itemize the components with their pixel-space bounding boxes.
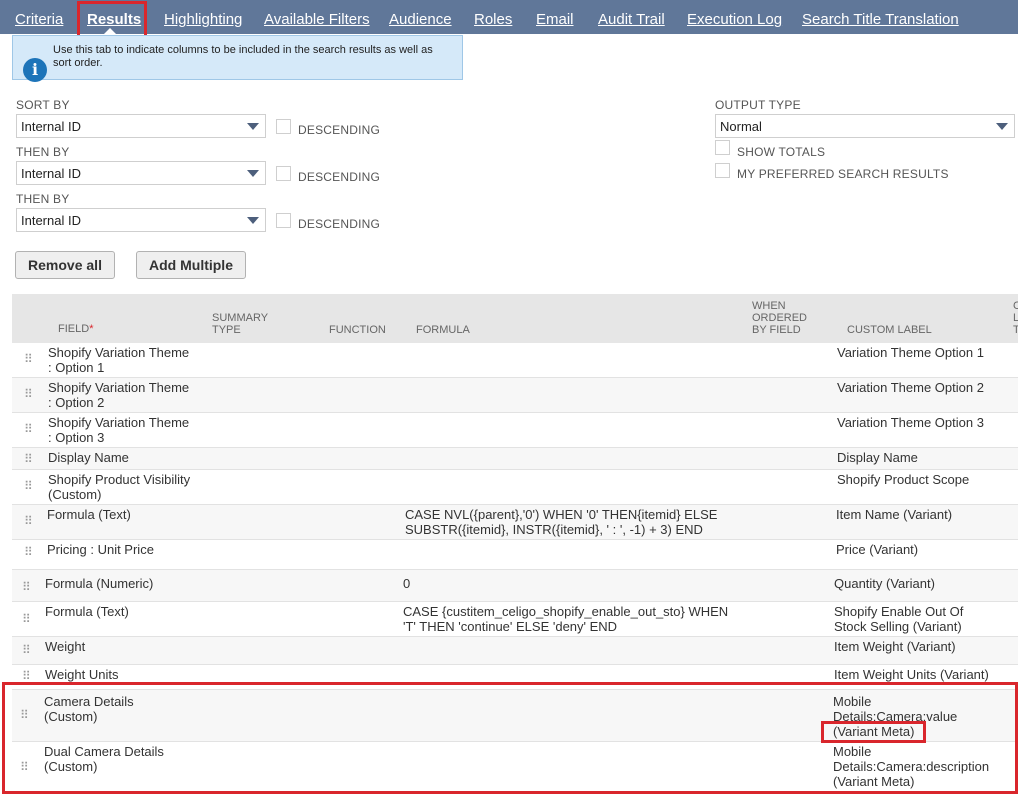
- custom-label-cell: Price (Variant): [836, 542, 919, 557]
- drag-handle-icon[interactable]: ⠿: [24, 387, 33, 401]
- field-cell: Formula (Numeric): [45, 576, 154, 591]
- table-row[interactable]: ⠿ Weight Item Weight (Variant): [12, 637, 1018, 665]
- custom-label-cell: Quantity (Variant): [834, 576, 935, 591]
- field-cell: Formula (Text): [47, 507, 131, 522]
- chevron-down-icon: [247, 123, 259, 130]
- then-by-label-1: THEN BY: [16, 145, 70, 159]
- table-row[interactable]: ⠿ Display Name Display Name: [12, 448, 1018, 470]
- table-row[interactable]: ⠿ Shopify Variation Theme: Option 1 Vari…: [12, 343, 1018, 378]
- then-by-label-2: THEN BY: [16, 192, 70, 206]
- drag-handle-icon[interactable]: ⠿: [24, 422, 33, 436]
- function-header: FUNCTION: [329, 324, 386, 336]
- field-cell: Weight: [45, 639, 86, 654]
- field-header: FIELD*: [58, 323, 94, 335]
- custom-label-header: CUSTOM LABEL: [847, 324, 932, 336]
- variant-meta-highlight-box: [821, 721, 926, 743]
- when-ordered-header: WHEN ORDERED BY FIELD: [752, 300, 808, 336]
- info-text: Use this tab to indicate columns to be i…: [53, 44, 433, 69]
- sort-by-value: Internal ID: [21, 119, 81, 134]
- field-cell: Shopify Variation Theme: Option 2: [48, 380, 190, 410]
- drag-handle-icon[interactable]: ⠿: [24, 479, 33, 493]
- field-cell: Shopify Variation Theme: Option 1: [48, 345, 190, 375]
- field-cell: Weight Units: [45, 667, 119, 682]
- formula-cell: CASE NVL({parent},'0') WHEN '0' THEN{ite…: [405, 507, 718, 537]
- descending-checkbox-1[interactable]: [276, 119, 291, 134]
- field-cell: Display Name: [48, 450, 129, 465]
- drag-handle-icon[interactable]: ⠿: [24, 514, 33, 528]
- table-row[interactable]: ⠿ Formula (Text) CASE {custitem_celigo_s…: [12, 602, 1018, 637]
- grid-header: FIELD* SUMMARY TYPE FUNCTION FORMULA WHEN…: [12, 294, 1018, 343]
- output-type-value: Normal: [720, 119, 762, 134]
- tab-audit-trail[interactable]: Audit Trail: [598, 10, 665, 30]
- chevron-down-icon: [247, 170, 259, 177]
- summary-type-header: SUMMARY TYPE: [212, 312, 269, 336]
- drag-handle-icon[interactable]: ⠿: [24, 545, 33, 559]
- chevron-down-icon: [247, 217, 259, 224]
- preferred-results-label: MY PREFERRED SEARCH RESULTS: [737, 167, 949, 181]
- show-totals-label: SHOW TOTALS: [737, 145, 826, 159]
- formula-cell: CASE {custitem_celigo_shopify_enable_out…: [403, 604, 729, 634]
- descending-checkbox-2[interactable]: [276, 166, 291, 181]
- table-row[interactable]: ⠿ Shopify Product Visibility (Custom) Sho…: [12, 470, 1018, 505]
- custom-label-cell: Shopify Product Scope: [837, 472, 970, 487]
- then-by-select-2[interactable]: Internal ID: [16, 208, 266, 232]
- sort-by-select[interactable]: Internal ID: [16, 114, 266, 138]
- tab-criteria[interactable]: Criteria: [15, 10, 63, 30]
- sort-by-label: SORT BY: [16, 98, 70, 112]
- tab-bar: Criteria Results Highlighting Available …: [0, 0, 1018, 34]
- custom-label-cell: Shopify Enable Out Of Stock Selling (Vari…: [834, 604, 964, 634]
- output-type-label: OUTPUT TYPE: [715, 98, 801, 112]
- table-row[interactable]: ⠿ Formula (Text) CASE NVL({parent},'0') …: [12, 505, 1018, 540]
- remove-all-button[interactable]: Remove all: [15, 251, 115, 279]
- field-cell: Shopify Variation Theme: Option 3: [48, 415, 190, 445]
- descending-label-1: DESCENDING: [298, 123, 381, 137]
- field-cell: Shopify Product Visibility (Custom): [48, 472, 191, 502]
- drag-handle-icon[interactable]: ⠿: [24, 452, 33, 466]
- tab-search-title-translation[interactable]: Search Title Translation: [802, 10, 959, 30]
- custom-label-cell: Variation Theme Option 1: [837, 345, 984, 360]
- tab-email[interactable]: Email: [536, 10, 574, 30]
- then-by-value-2: Internal ID: [21, 213, 81, 228]
- field-cell: Formula (Text): [45, 604, 129, 619]
- tab-available-filters[interactable]: Available Filters: [264, 10, 370, 30]
- info-box: i Use this tab to indicate columns to be…: [12, 35, 463, 82]
- tab-roles[interactable]: Roles: [474, 10, 512, 30]
- cut-off-header: CLT: [1013, 300, 1018, 336]
- tab-audience[interactable]: Audience: [389, 10, 452, 30]
- drag-handle-icon[interactable]: ⠿: [22, 669, 31, 683]
- drag-handle-icon[interactable]: ⠿: [22, 612, 31, 626]
- custom-label-cell: Item Weight (Variant): [834, 639, 956, 654]
- descending-checkbox-3[interactable]: [276, 213, 291, 228]
- table-row[interactable]: ⠿ Formula (Numeric) 0 Quantity (Variant): [12, 570, 1018, 602]
- formula-cell: 0: [403, 576, 411, 591]
- then-by-select-1[interactable]: Internal ID: [16, 161, 266, 185]
- field-cell: Pricing : Unit Price: [47, 542, 154, 557]
- info-icon: i: [23, 58, 47, 82]
- table-row[interactable]: ⠿ Shopify Variation Theme: Option 2 Vari…: [12, 378, 1018, 413]
- custom-label-cell: Variation Theme Option 2: [837, 380, 984, 395]
- tab-execution-log[interactable]: Execution Log: [687, 10, 782, 30]
- drag-handle-icon[interactable]: ⠿: [22, 580, 31, 594]
- drag-handle-icon[interactable]: ⠿: [24, 352, 33, 366]
- add-multiple-button[interactable]: Add Multiple: [136, 251, 246, 279]
- preferred-results-checkbox[interactable]: [715, 163, 730, 178]
- show-totals-checkbox[interactable]: [715, 140, 730, 155]
- descending-label-3: DESCENDING: [298, 217, 381, 231]
- descending-label-2: DESCENDING: [298, 170, 381, 184]
- table-row[interactable]: ⠿ Pricing : Unit Price Price (Variant): [12, 540, 1018, 570]
- chevron-down-icon: [996, 123, 1008, 130]
- custom-label-cell: Variation Theme Option 3: [837, 415, 984, 430]
- drag-handle-icon[interactable]: ⠿: [22, 643, 31, 657]
- custom-label-cell: Item Weight Units (Variant): [834, 667, 989, 682]
- tab-highlighting[interactable]: Highlighting: [164, 10, 242, 30]
- table-row[interactable]: ⠿ Shopify Variation Theme: Option 3 Vari…: [12, 413, 1018, 448]
- then-by-value-1: Internal ID: [21, 166, 81, 181]
- custom-label-cell: Item Name (Variant): [836, 507, 953, 522]
- output-type-select[interactable]: Normal: [715, 114, 1015, 138]
- formula-header: FORMULA: [416, 324, 470, 336]
- custom-label-cell: Display Name: [837, 450, 918, 465]
